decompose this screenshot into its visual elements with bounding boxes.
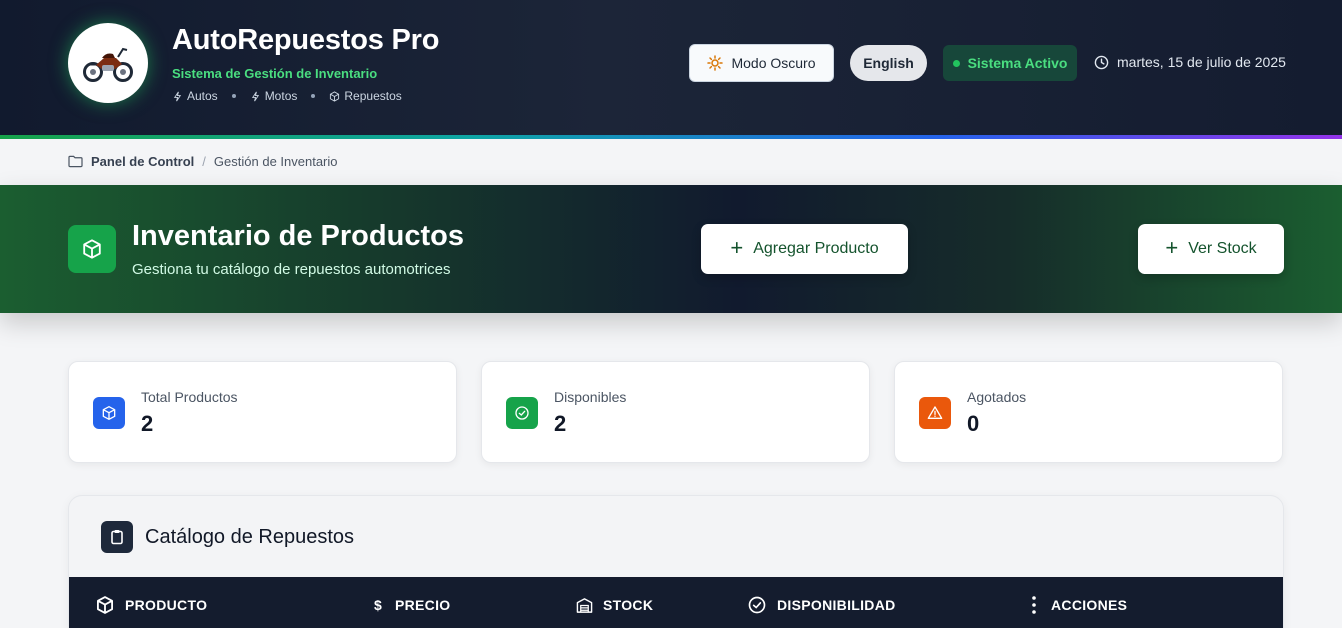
lightning-icon bbox=[173, 91, 182, 101]
plus-icon: + bbox=[1165, 234, 1179, 260]
stat-label: Disponibles bbox=[554, 389, 627, 405]
catalog-title: Catálogo de Repuestos bbox=[145, 526, 355, 548]
app-header: AutoRepuestos Pro Sistema de Gestión de … bbox=[0, 0, 1342, 139]
column-label: STOCK bbox=[603, 597, 654, 613]
stat-card-available: Disponibles 2 bbox=[481, 361, 870, 463]
more-vertical-icon bbox=[1032, 596, 1036, 614]
status-dot-icon bbox=[952, 59, 960, 67]
warehouse-icon bbox=[576, 597, 593, 613]
app-title: AutoRepuestos Pro bbox=[172, 24, 440, 56]
column-header-product[interactable]: PRODUCTO bbox=[95, 577, 207, 628]
date-label: martes, 15 de julio de 2025 bbox=[1117, 54, 1286, 70]
tag-label: Motos bbox=[264, 89, 298, 103]
stat-card-total: Total Productos 2 bbox=[68, 361, 457, 463]
check-circle-icon bbox=[506, 397, 538, 429]
box-icon bbox=[93, 397, 125, 429]
stat-value: 0 bbox=[967, 411, 980, 436]
clipboard-icon bbox=[101, 521, 133, 553]
tag-label: Autos bbox=[187, 89, 218, 103]
add-product-label: Agregar Producto bbox=[753, 240, 879, 257]
clock-icon bbox=[1094, 55, 1109, 69]
cube-icon bbox=[68, 225, 116, 273]
separator-dot bbox=[311, 94, 316, 98]
view-stock-label: Ver Stock bbox=[1188, 240, 1257, 257]
tag-autos: Autos bbox=[172, 89, 218, 103]
breadcrumb-home[interactable]: Panel de Control bbox=[91, 154, 194, 169]
stat-card-out-of-stock: Agotados 0 bbox=[894, 361, 1283, 463]
breadcrumb-current: Gestión de Inventario bbox=[213, 154, 338, 169]
stat-value: 2 bbox=[554, 411, 567, 436]
stat-label: Total Productos bbox=[141, 389, 238, 405]
breadcrumb-separator: / bbox=[202, 154, 206, 169]
catalog-panel: Catálogo de Repuestos PRODUCTO $ PRECIO … bbox=[68, 495, 1284, 628]
stat-value: 2 bbox=[141, 411, 154, 436]
lightning-icon bbox=[251, 91, 259, 101]
plus-icon: + bbox=[730, 234, 744, 260]
column-header-actions[interactable]: ACCIONES bbox=[1027, 577, 1127, 628]
header-gradient-bar bbox=[0, 135, 1342, 139]
stat-label: Agotados bbox=[967, 389, 1027, 405]
tag-repuestos: Repuestos bbox=[329, 89, 402, 103]
separator-dot bbox=[231, 94, 236, 98]
column-header-stock[interactable]: STOCK bbox=[576, 577, 653, 628]
tag-motos: Motos bbox=[250, 89, 298, 103]
column-label: DISPONIBILIDAD bbox=[777, 597, 896, 613]
view-stock-button[interactable]: + Ver Stock bbox=[1138, 224, 1284, 274]
motorcycle-logo[interactable] bbox=[68, 23, 148, 103]
dark-mode-label: Modo Oscuro bbox=[731, 55, 816, 71]
folder-icon bbox=[68, 155, 83, 168]
language-button[interactable]: English bbox=[850, 45, 927, 81]
app-subtitle: Sistema de Gestión de Inventario bbox=[172, 66, 378, 81]
warning-icon bbox=[919, 397, 951, 429]
cube-icon bbox=[97, 596, 114, 614]
check-circle-icon bbox=[748, 596, 766, 614]
dollar-icon: $ bbox=[373, 597, 383, 613]
tag-label: Repuestos bbox=[344, 89, 402, 103]
page-subtitle: Gestiona tu catálogo de repuestos automo… bbox=[132, 261, 451, 278]
inventory-hero: Inventario de Productos Gestiona tu catá… bbox=[0, 185, 1342, 313]
column-header-availability[interactable]: DISPONIBILIDAD bbox=[747, 577, 896, 628]
column-header-price[interactable]: $ PRECIO bbox=[371, 577, 450, 628]
add-product-button[interactable]: + Agregar Producto bbox=[701, 224, 908, 274]
column-label: ACCIONES bbox=[1051, 597, 1128, 613]
table-header: PRODUCTO $ PRECIO STOCK DISPONIBILIDAD A… bbox=[69, 577, 1283, 628]
column-label: PRODUCTO bbox=[125, 597, 208, 613]
sun-icon bbox=[707, 55, 724, 71]
dark-mode-button[interactable]: Modo Oscuro bbox=[689, 44, 834, 82]
column-label: PRECIO bbox=[395, 597, 451, 613]
status-label: Sistema Activo bbox=[967, 55, 1068, 71]
breadcrumb: Panel de Control / Gestión de Inventario bbox=[68, 154, 338, 169]
system-status-badge: Sistema Activo bbox=[943, 45, 1077, 81]
category-tags: Autos Motos Repuestos bbox=[172, 89, 402, 103]
box-icon bbox=[330, 90, 340, 102]
page-title: Inventario de Productos bbox=[132, 220, 464, 252]
current-date: martes, 15 de julio de 2025 bbox=[1094, 54, 1286, 70]
